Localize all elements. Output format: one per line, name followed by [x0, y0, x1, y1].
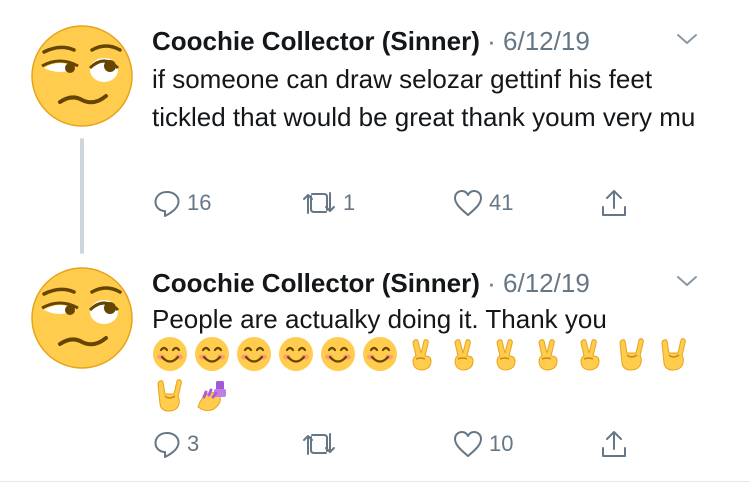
smiling-face-icon: [237, 337, 271, 371]
tweet-text: if someone can draw selozar gettinf his …: [152, 64, 696, 132]
thread-line: [80, 138, 84, 254]
emoji-row: [152, 376, 236, 414]
share-icon: [602, 190, 626, 216]
retweet-icon: [303, 192, 335, 214]
sign-of-horns-icon: [619, 338, 644, 371]
tweet-date[interactable]: · 6/12/19: [480, 26, 590, 56]
retweet-button[interactable]: [300, 424, 343, 464]
smiling-face-icon: [279, 337, 313, 371]
smiling-face-icon: [195, 337, 229, 371]
reply-icon: [154, 432, 180, 458]
heart-icon: [454, 431, 482, 457]
tweet-actions: 16 1 41: [152, 183, 750, 223]
divider: [0, 481, 750, 482]
chevron-down-icon[interactable]: [674, 270, 700, 292]
reply-icon: [154, 191, 180, 217]
victory-hand-icon: [538, 339, 558, 371]
like-count: 10: [489, 431, 514, 456]
emoji-row: [152, 335, 698, 373]
avatar[interactable]: [30, 266, 134, 370]
tweet-header: Coochie Collector (Sinner) · 6/12/19: [152, 24, 730, 58]
retweet-count: 1: [343, 190, 356, 215]
retweet-icon: [303, 433, 335, 455]
reply-button[interactable]: 16: [152, 183, 211, 223]
share-button[interactable]: [598, 424, 630, 464]
smiling-face-icon: [321, 337, 355, 371]
retweet-button[interactable]: 1: [300, 183, 355, 223]
reply-count: 16: [187, 190, 212, 215]
reply-count: 3: [187, 431, 200, 456]
chevron-down-icon[interactable]: [674, 28, 700, 50]
like-count: 41: [489, 190, 514, 215]
avatar[interactable]: [30, 24, 134, 128]
smiling-face-icon: [363, 337, 397, 371]
tweet-date[interactable]: · 6/12/19: [480, 268, 590, 298]
tweet-header: Coochie Collector (Sinner) · 6/12/19: [152, 266, 730, 300]
tweet-actions: 3 10: [152, 424, 750, 464]
reply-button[interactable]: 3: [152, 424, 199, 464]
like-button[interactable]: 41: [452, 183, 513, 223]
victory-hand-icon: [454, 339, 474, 371]
victory-hand-icon: [580, 339, 600, 371]
victory-hand-icon: [496, 339, 516, 371]
sign-of-horns-icon: [157, 379, 182, 412]
like-button[interactable]: 10: [452, 424, 513, 464]
share-icon: [602, 431, 626, 457]
tweet[interactable]: Coochie Collector (Sinner) · 6/12/19 if …: [0, 0, 750, 254]
author-name[interactable]: Coochie Collector (Sinner): [152, 26, 480, 56]
author-name[interactable]: Coochie Collector (Sinner): [152, 268, 480, 298]
share-button[interactable]: [598, 183, 630, 223]
heart-icon: [454, 190, 482, 216]
tweet-text: People are actualky doing it. Thank you: [152, 304, 607, 334]
smiling-face-icon: [153, 337, 187, 371]
sign-of-horns-icon: [661, 338, 686, 371]
nail-polish-icon: [197, 381, 226, 412]
victory-hand-icon: [412, 339, 432, 371]
